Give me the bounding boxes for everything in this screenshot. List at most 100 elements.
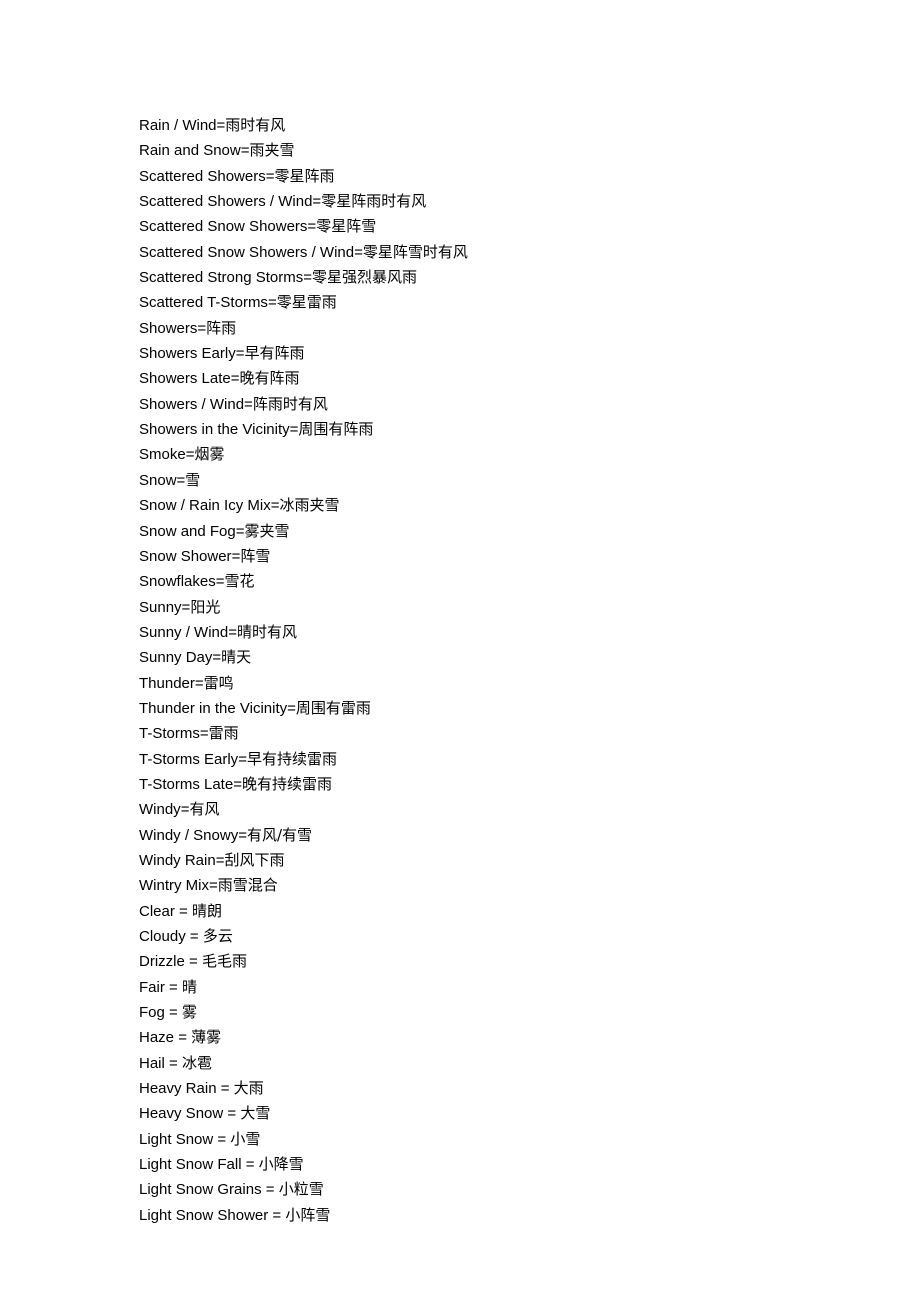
glossary-separator: = <box>233 775 242 793</box>
glossary-term: Hail <box>139 1054 165 1072</box>
glossary-entry: Showers Late=晚有阵雨 <box>139 366 879 391</box>
glossary-separator: = <box>287 699 296 717</box>
glossary-separator: = <box>174 902 192 920</box>
glossary-separator: = <box>231 547 241 565</box>
glossary-translation: 周围有阵雨 <box>298 420 374 439</box>
glossary-term: Snow <box>139 471 177 489</box>
glossary-translation: 小粒雪 <box>278 1180 324 1199</box>
glossary-translation: 雨时有风 <box>225 116 286 134</box>
glossary-term: Scattered Snow Showers <box>139 218 308 236</box>
glossary-entry: Cloudy = 多云 <box>139 924 879 949</box>
glossary-entry: Showers in the Vicinity=周围有阵雨 <box>139 417 879 442</box>
glossary-separator: = <box>303 269 313 287</box>
glossary-entry: Snow / Rain Icy Mix=冰雨夹雪 <box>139 493 879 518</box>
glossary-entry: Drizzle = 毛毛雨 <box>139 949 879 974</box>
glossary-translation: 阳光 <box>190 597 221 616</box>
glossary-separator: = <box>228 623 237 641</box>
glossary-term: Light Snow Grains <box>139 1181 262 1199</box>
glossary-entry: Sunny=阳光 <box>139 595 879 620</box>
glossary-entry: Rain / Wind=雨时有风 <box>139 113 879 138</box>
glossary-translation: 晴时有风 <box>236 622 297 641</box>
glossary-term: Sunny Day <box>139 649 213 667</box>
glossary-entry: Sunny Day=晴天 <box>139 645 879 670</box>
glossary-term: Fair <box>139 978 165 996</box>
glossary-term: Windy / Snowy <box>139 826 239 844</box>
glossary-separator: = <box>261 1181 279 1199</box>
glossary-term: Clear <box>139 902 175 920</box>
glossary-term: Light Snow Fall <box>139 1156 242 1174</box>
glossary-translation: 零星阵雪时有风 <box>362 242 468 261</box>
glossary-entry: Light Snow Grains = 小粒雪 <box>139 1177 879 1202</box>
glossary-term: T-Storms Early <box>139 750 239 768</box>
glossary-separator: = <box>164 1054 182 1072</box>
glossary-separator: = <box>197 319 207 337</box>
glossary-term: Snowflakes <box>139 573 216 591</box>
glossary-entry: Scattered T-Storms=零星雷雨 <box>139 290 879 315</box>
glossary-translation: 零星阵雨时有风 <box>321 192 427 211</box>
glossary-term: Windy <box>139 801 181 819</box>
glossary-translation: 雨夹雪 <box>249 141 295 160</box>
glossary-translation: 小雪 <box>230 1129 261 1148</box>
glossary-term: Sunny / Wind <box>139 623 229 641</box>
glossary-separator: = <box>238 750 247 768</box>
glossary-entry: Clear = 晴朗 <box>139 899 879 924</box>
glossary-separator: = <box>212 649 222 667</box>
glossary-translation: 晚有持续雷雨 <box>241 774 332 793</box>
glossary-entry: Showers=阵雨 <box>139 316 879 341</box>
glossary-term: Cloudy <box>139 928 186 945</box>
glossary-translation: 阵雪 <box>240 546 271 565</box>
glossary-entry: Showers / Wind=阵雨时有风 <box>139 392 879 417</box>
glossary-separator: = <box>185 928 203 945</box>
glossary-separator: = <box>265 167 275 185</box>
glossary-separator: = <box>235 522 245 540</box>
glossary-translation: 大雨 <box>233 1079 264 1098</box>
glossary-entry: Sunny / Wind=晴时有风 <box>139 620 879 645</box>
glossary-translation: 雪 <box>185 470 201 489</box>
glossary-separator: = <box>176 471 186 489</box>
glossary-separator: = <box>230 370 240 388</box>
glossary-entry: Showers Early=早有阵雨 <box>139 341 879 366</box>
glossary-term: Scattered T-Storms <box>139 294 268 312</box>
glossary-translation: 晴 <box>181 977 197 996</box>
glossary-separator: = <box>164 978 182 996</box>
glossary-separator: = <box>244 395 253 413</box>
glossary-entry: Hail = 冰雹 <box>139 1051 879 1076</box>
glossary-term: Snow and Fog <box>139 522 236 540</box>
glossary-translation: 小降雪 <box>258 1155 304 1174</box>
glossary-entry: Light Snow Fall = 小降雪 <box>139 1152 879 1177</box>
glossary-entry: Scattered Snow Showers / Wind=零星阵雪时有风 <box>139 240 879 265</box>
glossary-separator: = <box>307 218 317 236</box>
glossary-entry: Thunder=雷鸣 <box>139 671 879 696</box>
weather-terms-glossary-list: Rain / Wind=雨时有风 Rain and Snow = 雨夹雪 Scatter… <box>139 113 879 1228</box>
glossary-translation: 雾夹雪 <box>244 521 290 540</box>
glossary-entry: Light Snow Shower = 小阵雪 <box>139 1203 879 1228</box>
glossary-term: Haze <box>139 1029 175 1047</box>
glossary-entry: Scattered Showers / Wind=零星阵雨时有风 <box>139 189 879 214</box>
glossary-term: Rain and Snow <box>139 142 241 160</box>
glossary-translation: 刮风下雨 <box>224 850 285 869</box>
glossary-separator: = <box>267 294 277 312</box>
glossary-entry: Windy Rain=刮风下雨 <box>139 848 879 873</box>
glossary-entry: Windy=有风 <box>139 797 879 822</box>
glossary-term: Scattered Snow Showers / Wind <box>139 243 355 261</box>
glossary-entry: Snow and Fog=雾夹雪 <box>139 519 879 544</box>
glossary-translation: 阵雨时有风 <box>252 394 328 413</box>
glossary-entry: Heavy Rain = 大雨 <box>139 1076 879 1101</box>
glossary-translation: 烟雾 <box>194 445 225 464</box>
glossary-entry: Snowflakes=雪花 <box>139 569 879 594</box>
glossary-separator: = <box>199 725 209 743</box>
glossary-term: Showers in the Vicinity <box>139 421 290 439</box>
glossary-term: Drizzle <box>139 953 185 971</box>
glossary-translation: 多云 <box>202 927 233 945</box>
glossary-translation: 晚有阵雨 <box>239 369 300 388</box>
glossary-term: Scattered Showers / Wind <box>139 193 313 211</box>
glossary-translation: 冰雨夹雪 <box>279 496 340 515</box>
glossary-term: Fog <box>139 1004 165 1022</box>
glossary-term: Showers Early <box>139 345 236 363</box>
glossary-entry: Thunder in the Vicinity=周围有雷雨 <box>139 696 879 721</box>
glossary-translation: 晴天 <box>221 648 252 667</box>
glossary-entry: Fog = 雾 <box>139 1000 879 1025</box>
glossary-term: Snow / Rain Icy Mix <box>139 497 271 515</box>
glossary-translation: 有风/有雪 <box>246 825 313 844</box>
glossary-separator: = <box>240 142 250 160</box>
